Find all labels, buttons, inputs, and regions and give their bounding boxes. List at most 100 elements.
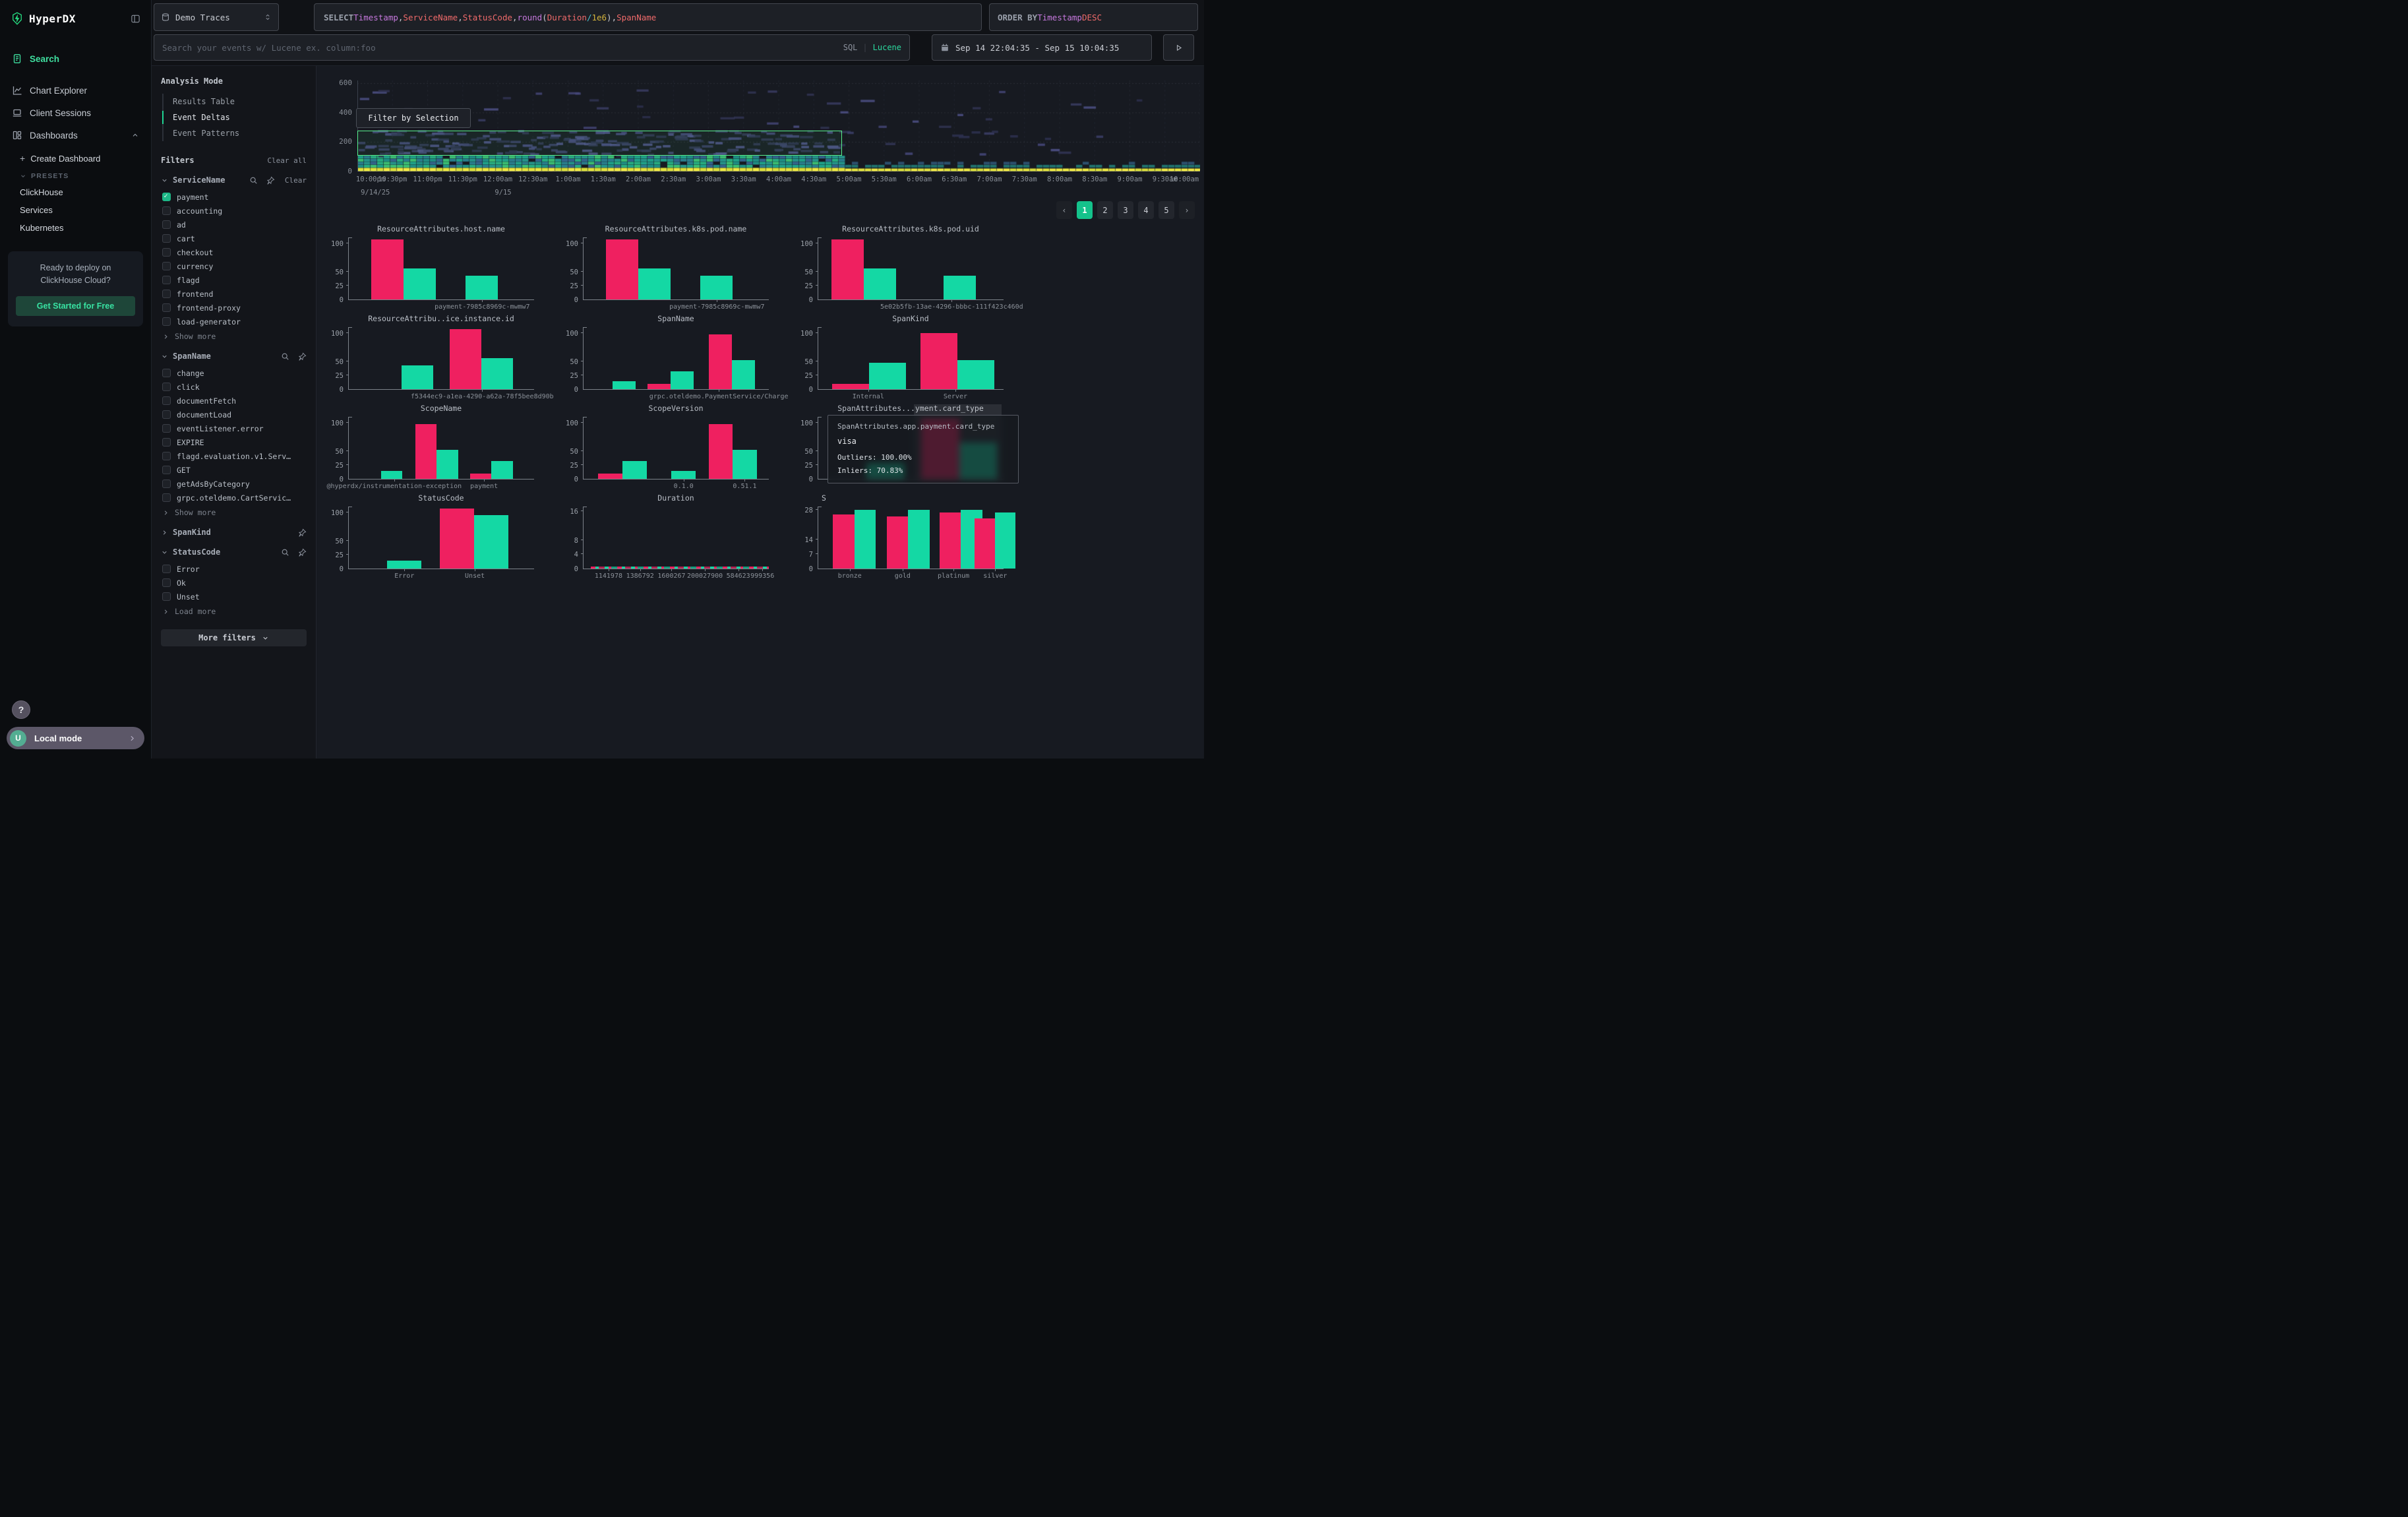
filter-option-cart[interactable]: cart bbox=[161, 232, 307, 245]
inlier-bar[interactable] bbox=[855, 510, 876, 569]
checkbox[interactable] bbox=[162, 424, 171, 433]
outlier-bar[interactable] bbox=[647, 384, 671, 389]
filter-option-eventlistener-error[interactable]: eventListener.error bbox=[161, 421, 307, 435]
page-next-button[interactable]: › bbox=[1179, 201, 1195, 219]
inlier-bar[interactable] bbox=[638, 268, 671, 299]
filter-option-payment[interactable]: payment bbox=[161, 190, 307, 204]
get-started-button[interactable]: Get Started for Free bbox=[16, 296, 135, 316]
inlier-bar[interactable] bbox=[404, 268, 436, 299]
filter-option-currency[interactable]: currency bbox=[161, 259, 307, 273]
checkbox[interactable] bbox=[162, 396, 171, 405]
checkbox[interactable] bbox=[162, 410, 171, 419]
user-menu[interactable]: U Local mode bbox=[7, 727, 144, 749]
filter-option-ad[interactable]: ad bbox=[161, 218, 307, 232]
filter-option-error[interactable]: Error bbox=[161, 562, 307, 576]
inlier-bar[interactable] bbox=[957, 360, 994, 389]
inlier-bar[interactable] bbox=[732, 360, 755, 389]
checkbox[interactable] bbox=[162, 262, 171, 270]
checkbox[interactable] bbox=[162, 578, 171, 587]
load-more-button[interactable]: Load more bbox=[161, 604, 307, 616]
sidebar-item-dashboards[interactable]: Dashboards bbox=[0, 124, 151, 146]
outlier-bar[interactable] bbox=[598, 474, 622, 479]
filter-option-documentfetch[interactable]: documentFetch bbox=[161, 394, 307, 408]
outlier-bar[interactable] bbox=[415, 424, 436, 479]
filter-option-unset[interactable]: Unset bbox=[161, 590, 307, 604]
pin-icon[interactable] bbox=[266, 176, 275, 185]
show-more-button[interactable]: Show more bbox=[161, 328, 307, 341]
pin-icon[interactable] bbox=[298, 528, 307, 537]
inlier-bar[interactable] bbox=[474, 515, 508, 569]
outlier-bar[interactable] bbox=[940, 512, 961, 569]
checkbox[interactable] bbox=[162, 383, 171, 391]
checkbox[interactable] bbox=[162, 452, 171, 460]
preset-clickhouse[interactable]: ClickHouse bbox=[0, 183, 151, 201]
inlier-bar[interactable] bbox=[869, 363, 906, 389]
outlier-bar[interactable] bbox=[832, 384, 869, 389]
outlier-bar[interactable] bbox=[371, 239, 404, 299]
checkbox[interactable] bbox=[162, 369, 171, 377]
inlier-bar[interactable] bbox=[466, 276, 498, 299]
outlier-bar[interactable] bbox=[606, 239, 638, 299]
page-prev-button[interactable]: ‹ bbox=[1056, 201, 1072, 219]
outlier-bar[interactable] bbox=[975, 518, 995, 569]
pin-icon[interactable] bbox=[298, 548, 307, 557]
inlier-bar[interactable] bbox=[491, 461, 512, 479]
outlier-bar[interactable] bbox=[470, 474, 491, 479]
filter-group-header[interactable]: ServiceNameClear bbox=[161, 175, 307, 185]
filter-option-accounting[interactable]: accounting bbox=[161, 204, 307, 218]
filter-group-header[interactable]: SpanKind bbox=[161, 528, 307, 537]
search-icon[interactable] bbox=[249, 176, 258, 185]
filter-group-header[interactable]: StatusCode bbox=[161, 547, 307, 557]
sidebar-item-search[interactable]: Search bbox=[0, 47, 151, 70]
inlier-bar[interactable] bbox=[944, 276, 976, 299]
data-source-select[interactable]: Demo Traces bbox=[154, 3, 279, 31]
checkbox[interactable] bbox=[162, 592, 171, 601]
inlier-bar[interactable] bbox=[381, 471, 402, 479]
filter-option-expire[interactable]: EXPIRE bbox=[161, 435, 307, 449]
analysis-mode-event-deltas[interactable]: Event Deltas bbox=[164, 109, 307, 125]
sidebar-collapse-icon[interactable] bbox=[131, 14, 140, 24]
filter-option-checkout[interactable]: checkout bbox=[161, 245, 307, 259]
outlier-bar[interactable] bbox=[920, 333, 957, 389]
inlier-bar[interactable] bbox=[622, 461, 647, 479]
checkbox[interactable] bbox=[162, 565, 171, 573]
help-button[interactable]: ? bbox=[12, 700, 30, 719]
inlier-bar[interactable] bbox=[908, 510, 929, 569]
inlier-bar[interactable] bbox=[671, 371, 694, 389]
page-button-2[interactable]: 2 bbox=[1097, 201, 1113, 219]
outlier-bar[interactable] bbox=[831, 239, 864, 299]
select-query-input[interactable]: SELECT Timestamp, ServiceName, StatusCod… bbox=[314, 3, 982, 31]
inlier-bar[interactable] bbox=[864, 268, 896, 299]
inlier-bar[interactable] bbox=[671, 471, 696, 479]
outlier-bar[interactable] bbox=[887, 516, 908, 569]
search-icon[interactable] bbox=[281, 352, 289, 361]
outlier-bar[interactable] bbox=[450, 329, 481, 389]
order-by-input[interactable]: ORDER BY Timestamp DESC bbox=[989, 3, 1198, 31]
checkbox[interactable] bbox=[162, 317, 171, 326]
filter-option-get[interactable]: GET bbox=[161, 463, 307, 477]
filter-option-click[interactable]: click bbox=[161, 380, 307, 394]
create-dashboard-button[interactable]: + Create Dashboard bbox=[0, 149, 151, 168]
filter-option-documentload[interactable]: documentLoad bbox=[161, 408, 307, 421]
heatmap-canvas[interactable] bbox=[357, 80, 1200, 171]
inlier-bar[interactable] bbox=[700, 276, 733, 299]
show-more-button[interactable]: Show more bbox=[161, 505, 307, 517]
filter-option-grpc-oteldemo-cartservic-[interactable]: grpc.oteldemo.CartServic… bbox=[161, 491, 307, 505]
outlier-bar[interactable] bbox=[440, 509, 474, 569]
filter-option-flagd[interactable]: flagd bbox=[161, 273, 307, 287]
filter-option-ok[interactable]: Ok bbox=[161, 576, 307, 590]
outlier-bar[interactable] bbox=[709, 334, 732, 389]
checkbox[interactable] bbox=[162, 303, 171, 312]
analysis-mode-results-table[interactable]: Results Table bbox=[164, 94, 307, 109]
language-lucene-option[interactable]: Lucene bbox=[873, 43, 901, 52]
search-icon[interactable] bbox=[281, 548, 289, 557]
filter-option-load-generator[interactable]: load-generator bbox=[161, 315, 307, 328]
checkbox[interactable] bbox=[162, 234, 171, 243]
filter-group-header[interactable]: SpanName bbox=[161, 352, 307, 361]
inlier-bar[interactable] bbox=[481, 358, 513, 389]
analysis-mode-event-patterns[interactable]: Event Patterns bbox=[164, 125, 307, 141]
inlier-bar[interactable] bbox=[387, 561, 421, 569]
pin-icon[interactable] bbox=[298, 352, 307, 361]
inlier-bar[interactable] bbox=[995, 512, 1015, 569]
checkbox[interactable] bbox=[162, 493, 171, 502]
